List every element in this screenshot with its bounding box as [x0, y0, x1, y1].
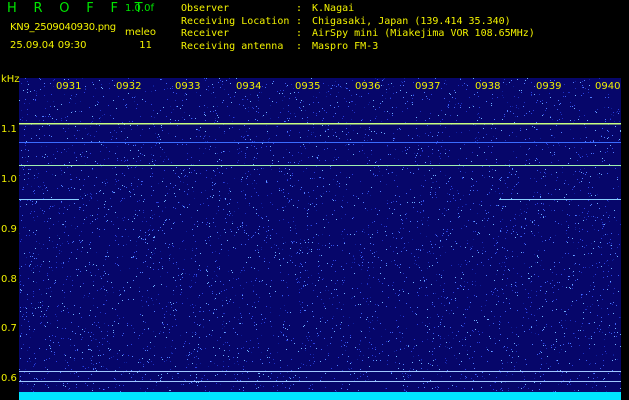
info-row-location: Receiving Location: Chigasaki, Japan (139…	[181, 15, 511, 27]
info-row-receiver: Receiver: AirSpy mini (Miakejima VOR 108.…	[181, 28, 535, 40]
baseband-strip	[19, 392, 621, 400]
x-tick-label: 0938	[474, 81, 502, 92]
y-axis-unit: kHz	[1, 74, 20, 85]
signal-line	[19, 371, 621, 372]
timestamp-label: 25.09.04 09:30	[10, 40, 87, 51]
spectrogram-plot	[19, 78, 621, 400]
x-tick-label: 0935	[294, 81, 322, 92]
mode-label: meleo	[125, 27, 156, 38]
info-row-observer: Observer: K.Nagai	[181, 3, 355, 14]
signal-line	[19, 123, 621, 125]
y-tick-label: 1.0	[1, 174, 17, 185]
x-tick-label: 0933	[174, 81, 202, 92]
x-tick-label: 0936	[354, 81, 382, 92]
y-tick-label: 1.1	[1, 124, 17, 135]
x-tick-label: 0939	[535, 81, 563, 92]
observation-info: Observer: K.Nagai Receiving Location: Chig…	[181, 3, 535, 53]
x-tick-label: 0940	[594, 81, 622, 92]
y-tick-label: 0.9	[1, 224, 17, 235]
signal-line	[19, 165, 621, 166]
y-tick-label: 0.7	[1, 323, 17, 334]
spectrogram-background	[19, 78, 621, 400]
signal-line	[19, 142, 621, 143]
y-tick-label: 0.8	[1, 274, 17, 285]
signal-line	[499, 199, 621, 200]
signal-line	[19, 199, 79, 200]
x-tick-label: 0934	[235, 81, 263, 92]
filename-label: KN9_2509040930.png	[10, 22, 116, 33]
info-row-antenna: Receiving antenna: Maspro FM-3	[181, 40, 379, 52]
version-label: 1.0.0f	[125, 3, 154, 14]
spectrogram-canvas	[19, 78, 621, 400]
x-tick-label: 0937	[414, 81, 442, 92]
y-tick-label: 0.6	[1, 373, 17, 384]
count-label: 11	[139, 40, 152, 51]
signal-line	[19, 381, 621, 382]
x-tick-label: 0931	[55, 81, 83, 92]
x-tick-label: 0932	[115, 81, 143, 92]
